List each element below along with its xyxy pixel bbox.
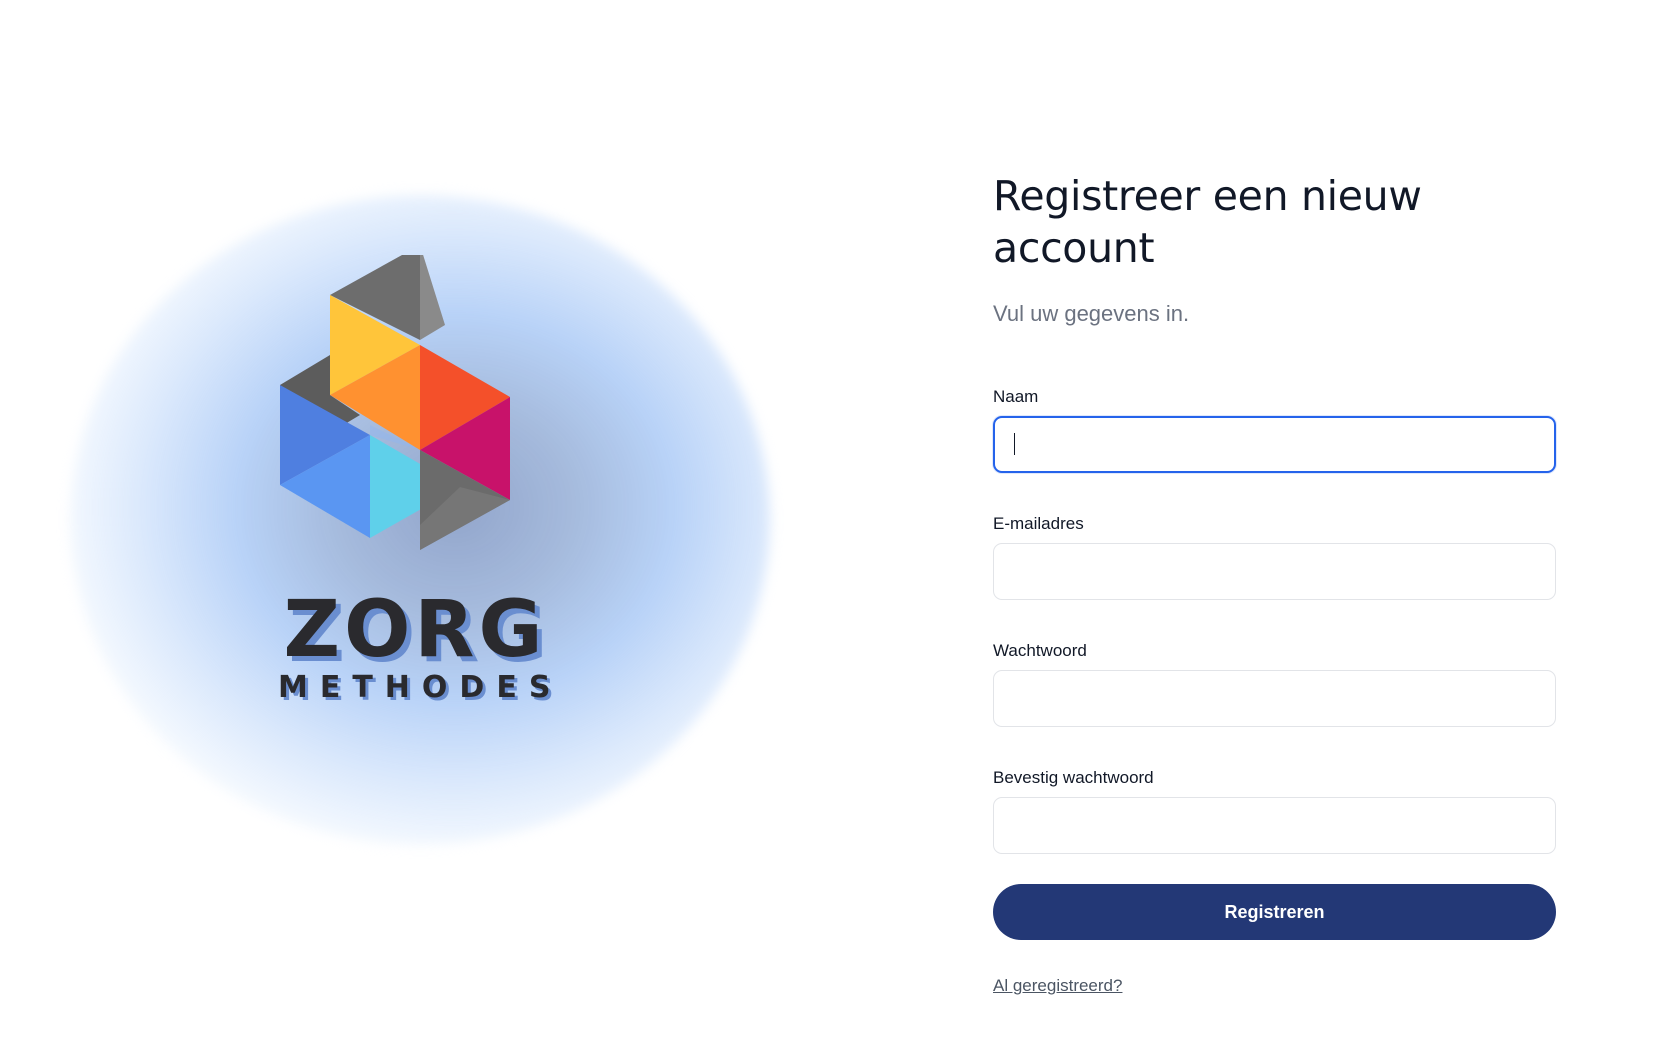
email-field-group: E-mailadres <box>993 513 1556 600</box>
email-input[interactable] <box>993 543 1556 600</box>
brand-name-main: ZORG <box>283 585 547 675</box>
text-caret <box>1014 433 1015 455</box>
name-label: Naam <box>993 387 1039 406</box>
password-field-group: Wachtwoord <box>993 640 1556 727</box>
page-title: Registreer een nieuw account <box>993 172 1422 272</box>
brand-name-sub: METHODES <box>278 670 563 705</box>
password-input[interactable] <box>993 670 1556 727</box>
register-button[interactable]: Registreren <box>993 884 1556 940</box>
zorg-methodes-logo-icon <box>280 255 510 550</box>
register-page: ZORG METHODES Registreer een nieuw accou… <box>0 0 1655 1058</box>
confirm-password-input[interactable] <box>993 797 1556 854</box>
password-label: Wachtwoord <box>993 641 1087 660</box>
register-form: Registreer een nieuw account Vul uw gege… <box>993 170 1556 996</box>
confirm-password-label: Bevestig wachtwoord <box>993 768 1154 787</box>
confirm-password-field-group: Bevestig wachtwoord <box>993 767 1556 854</box>
already-registered-link[interactable]: Al geregistreerd? <box>993 976 1122 996</box>
name-field-group: Naam <box>993 386 1556 473</box>
page-subtitle: Vul uw gegevens in. <box>993 301 1190 326</box>
name-input[interactable] <box>993 416 1556 473</box>
brand-panel: ZORG METHODES <box>0 0 820 1058</box>
brand-wordmark: ZORG METHODES <box>270 590 560 706</box>
email-label: E-mailadres <box>993 514 1084 533</box>
